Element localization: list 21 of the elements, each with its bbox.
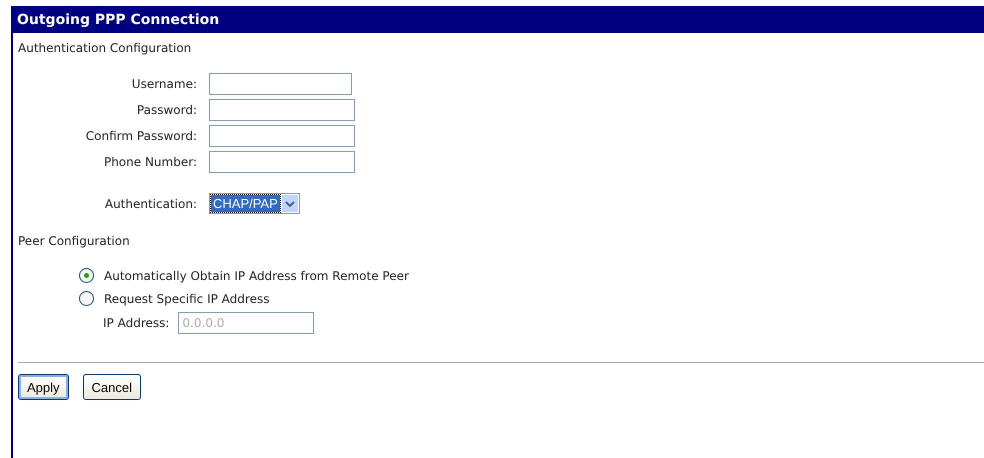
- section-heading: Peer Configuration: [17, 233, 131, 248]
- input-field[interactable]: [209, 151, 355, 173]
- input-field[interactable]: [209, 125, 355, 147]
- page-title: Outgoing PPP Connection: [11, 6, 984, 33]
- field-label: IP Address:: [103, 316, 170, 330]
- cancel-button[interactable]: Cancel: [82, 374, 141, 400]
- field-label: Username:: [132, 77, 197, 91]
- authentication-dropdown[interactable]: CHAP/PAP: [209, 193, 300, 214]
- radio-label: Automatically Obtain IP Address from Remote Peer: [104, 268, 409, 282]
- chevron-down-icon: [282, 195, 298, 212]
- radio-button[interactable]: [79, 268, 94, 283]
- radio-label: Request Specific IP Address: [104, 292, 270, 306]
- field-label: Password:: [136, 103, 197, 117]
- apply-button[interactable]: Apply: [18, 374, 69, 400]
- field-label: Confirm Password:: [86, 129, 197, 143]
- input-field[interactable]: [209, 73, 352, 95]
- radio-button[interactable]: [79, 291, 94, 306]
- field-label: Phone Number:: [104, 155, 197, 169]
- section-heading: Authentication Configuration: [17, 40, 192, 55]
- input-field[interactable]: [209, 99, 355, 121]
- field-label: Authentication:: [104, 196, 197, 210]
